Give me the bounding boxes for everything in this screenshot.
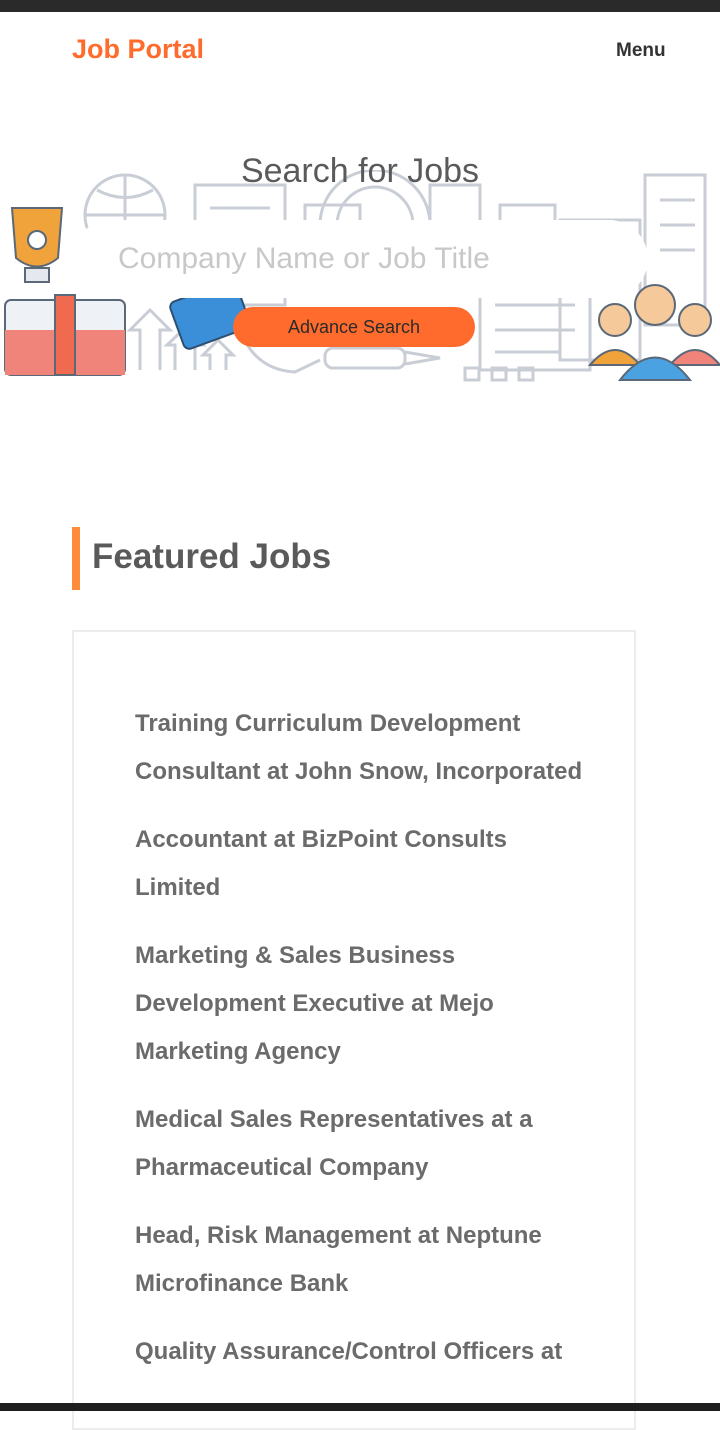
bottom-bar — [0, 1403, 720, 1411]
job-link[interactable]: Head, Risk Management at Neptune Microfi… — [135, 1212, 585, 1308]
brand-logo[interactable]: Job Portal — [72, 34, 204, 65]
advance-search-button[interactable]: Advance Search — [233, 307, 475, 347]
job-link[interactable]: Marketing & Sales Business Development E… — [135, 932, 585, 1076]
job-list: Training Curriculum Development Consulta… — [135, 700, 585, 1396]
navbar: Job Portal Menu — [0, 12, 720, 91]
status-bar — [0, 0, 720, 12]
hero-title: Search for Jobs — [240, 152, 480, 190]
hero-banner: Search for Jobs Advance Search — [0, 90, 720, 386]
section-accent-bar — [72, 527, 80, 590]
job-link[interactable]: Medical Sales Representatives at a Pharm… — [135, 1096, 585, 1192]
job-link[interactable]: Training Curriculum Development Consulta… — [135, 700, 585, 796]
featured-jobs-card: Training Curriculum Development Consulta… — [72, 630, 636, 1430]
job-link[interactable]: Quality Assurance/Control Officers at — [135, 1328, 585, 1376]
section-title: Featured Jobs — [92, 537, 332, 576]
menu-button[interactable]: Menu — [616, 40, 666, 62]
job-link[interactable]: Accountant at BizPoint Consults Limited — [135, 816, 585, 912]
job-search-input[interactable] — [72, 220, 648, 298]
